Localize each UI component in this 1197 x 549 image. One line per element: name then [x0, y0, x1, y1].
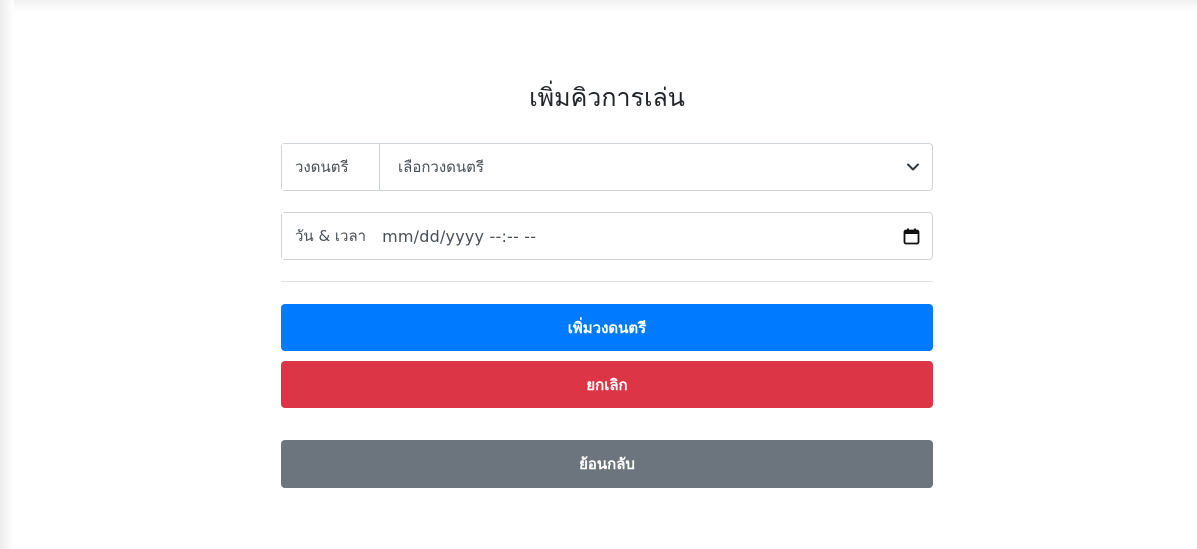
datetime-input[interactable]: mm/dd/yyyy --:-- -- — [380, 213, 932, 259]
chevron-down-icon — [906, 160, 920, 174]
band-label: วงดนตรี — [282, 144, 380, 190]
cancel-button[interactable]: ยกเลิก — [281, 361, 933, 408]
datetime-input-group: วัน & เวลา mm/dd/yyyy --:-- -- — [281, 212, 933, 260]
calendar-icon[interactable] — [902, 227, 920, 245]
datetime-label: วัน & เวลา — [282, 213, 381, 259]
band-select-value: เลือกวงดนตรี — [398, 158, 484, 176]
back-button[interactable]: ย้อนกลับ — [281, 440, 933, 488]
form-card: เพิ่มคิวการเล่น วงดนตรี เลือกวงดนตรี วัน… — [0, 0, 1197, 549]
page: เพิ่มคิวการเล่น วงดนตรี เลือกวงดนตรี วัน… — [0, 0, 1197, 549]
add-band-button[interactable]: เพิ่มวงดนตรี — [281, 304, 933, 351]
datetime-value: mm/dd/yyyy --:-- -- — [382, 226, 537, 246]
band-select[interactable]: เลือกวงดนตรี — [380, 144, 932, 190]
page-title: เพิ่มคิวการเล่น — [529, 83, 685, 112]
divider — [281, 281, 933, 282]
band-input-group: วงดนตรี เลือกวงดนตรี — [281, 143, 933, 191]
